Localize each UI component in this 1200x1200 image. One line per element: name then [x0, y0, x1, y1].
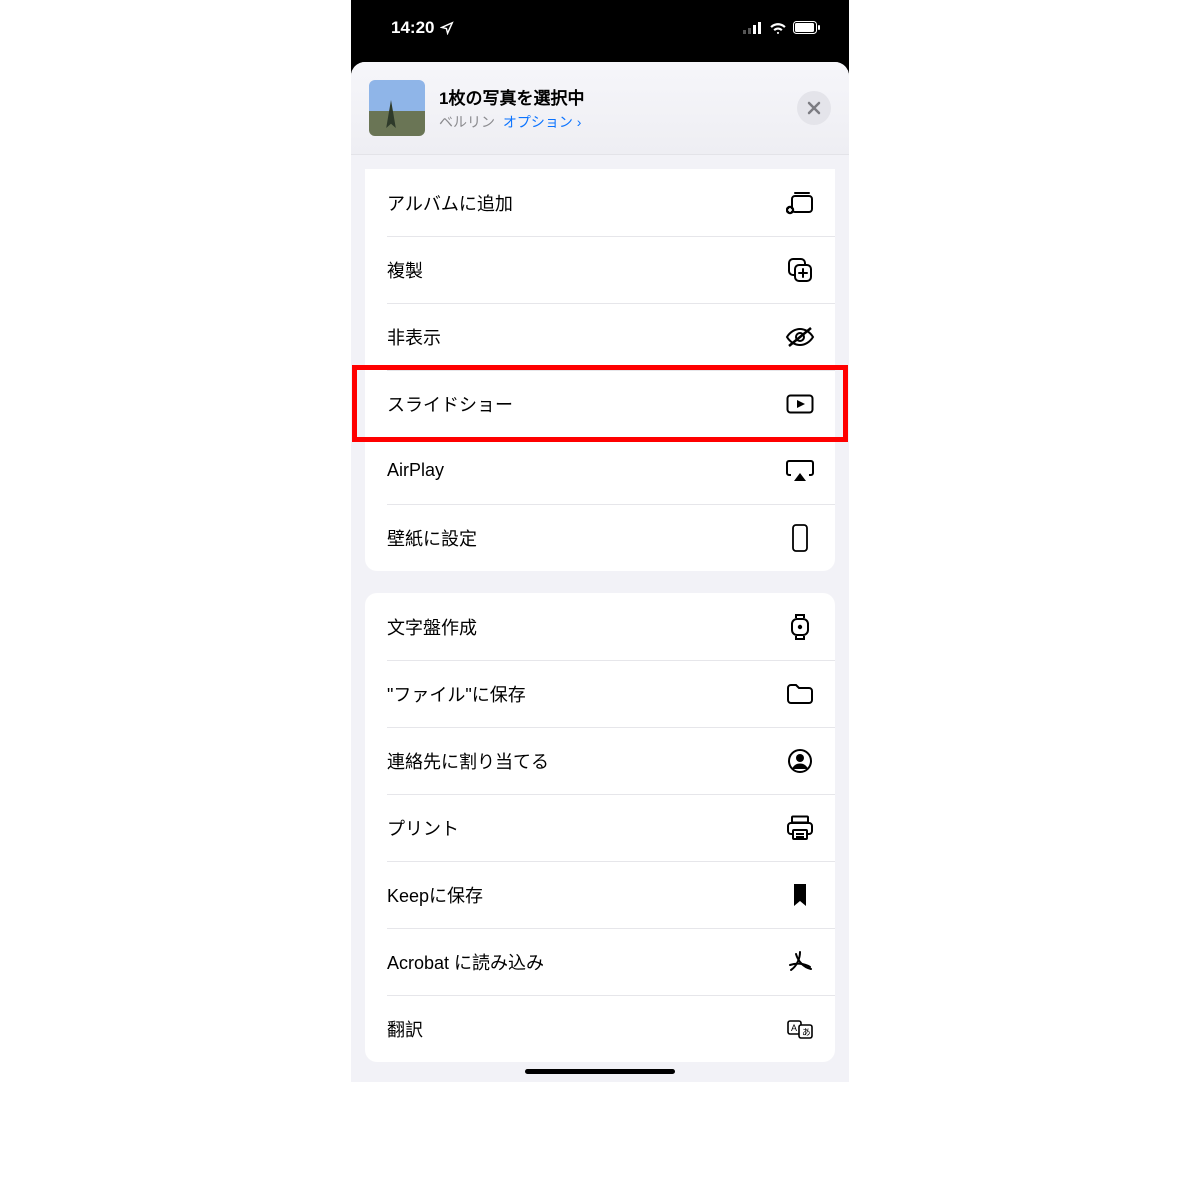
row-label: AirPlay — [387, 460, 444, 481]
battery-icon — [793, 21, 821, 34]
translate-icon: Aあ — [785, 1016, 815, 1042]
row-slideshow[interactable]: スライドショー — [365, 370, 835, 437]
folder-icon — [785, 681, 815, 707]
row-airplay[interactable]: AirPlay — [365, 437, 835, 504]
cellular-signal-icon — [743, 22, 763, 34]
bookmark-icon — [785, 882, 815, 908]
row-set-wallpaper[interactable]: 壁紙に設定 — [365, 504, 835, 571]
row-translate[interactable]: 翻訳 Aあ — [365, 995, 835, 1062]
location-services-icon — [440, 21, 454, 35]
row-save-to-keep[interactable]: Keepに保存 — [365, 861, 835, 928]
location-label: ベルリン — [439, 114, 495, 130]
watchface-icon — [785, 614, 815, 640]
action-group-2: 文字盤作成 "ファイル"に保存 連絡先に割り当てる — [365, 593, 835, 1062]
row-create-watchface[interactable]: 文字盤作成 — [365, 593, 835, 660]
action-group-1: アルバムに追加 複製 非表示 — [365, 169, 835, 571]
row-label: "ファイル"に保存 — [387, 681, 526, 707]
photo-thumbnail[interactable] — [369, 80, 425, 136]
options-link[interactable]: オプション › — [503, 114, 582, 130]
print-icon — [785, 815, 815, 841]
row-duplicate[interactable]: 複製 — [365, 236, 835, 303]
row-label: 非表示 — [387, 324, 441, 350]
home-indicator[interactable] — [525, 1069, 675, 1074]
row-label: スライドショー — [387, 391, 513, 417]
row-save-to-files[interactable]: "ファイル"に保存 — [365, 660, 835, 727]
row-label: 文字盤作成 — [387, 614, 477, 640]
row-label: Keepに保存 — [387, 882, 483, 908]
row-label: Acrobat に読み込み — [387, 949, 544, 975]
row-print[interactable]: プリント — [365, 794, 835, 861]
svg-text:A: A — [791, 1023, 797, 1033]
notch — [510, 0, 690, 30]
sheet-body[interactable]: アルバムに追加 複製 非表示 — [351, 155, 849, 1062]
sheet-title: 1枚の写真を選択中 — [439, 84, 797, 109]
row-label: 連絡先に割り当てる — [387, 748, 549, 774]
contact-icon — [785, 748, 815, 774]
phone-frame: 14:20 1枚の写真を選択中 ベルリン オプション › — [351, 0, 849, 1082]
sheet-subtitle: ベルリン オプション › — [439, 112, 797, 132]
wallpaper-icon — [785, 525, 815, 551]
album-add-icon — [785, 190, 815, 216]
row-hide[interactable]: 非表示 — [365, 303, 835, 370]
row-label: 壁紙に設定 — [387, 525, 477, 551]
airplay-icon — [785, 458, 815, 484]
row-open-in-acrobat[interactable]: Acrobat に読み込み — [365, 928, 835, 995]
row-label: 翻訳 — [387, 1016, 423, 1042]
wifi-icon — [769, 21, 787, 34]
share-sheet: 1枚の写真を選択中 ベルリン オプション › アルバムに追加 — [351, 62, 849, 1082]
close-button[interactable] — [797, 91, 831, 125]
row-label: プリント — [387, 815, 459, 841]
hide-icon — [785, 324, 815, 350]
row-label: アルバムに追加 — [387, 190, 513, 216]
row-assign-contact[interactable]: 連絡先に割り当てる — [365, 727, 835, 794]
sheet-header: 1枚の写真を選択中 ベルリン オプション › — [351, 62, 849, 155]
svg-text:あ: あ — [802, 1027, 811, 1037]
duplicate-icon — [785, 257, 815, 283]
slideshow-icon — [785, 391, 815, 417]
row-label: 複製 — [387, 257, 423, 283]
acrobat-icon — [785, 949, 815, 975]
status-time: 14:20 — [391, 18, 434, 38]
row-add-to-album[interactable]: アルバムに追加 — [365, 169, 835, 236]
